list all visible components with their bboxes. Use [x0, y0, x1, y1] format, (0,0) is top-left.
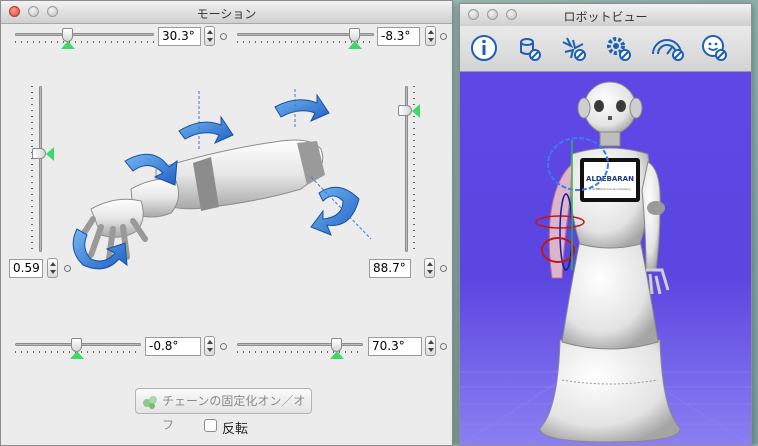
top-right-joint-stepper[interactable] [425, 26, 436, 46]
settings-off-icon[interactable] [604, 34, 632, 62]
mirror-checkbox-label: 反転 [222, 422, 249, 437]
info-icon[interactable] [470, 34, 498, 62]
bottom-right-reset-icon[interactable] [440, 343, 447, 350]
motion-window-title: モーション [196, 7, 257, 21]
motion-window: モーション 30.3° -8.3° 0.59 88.7° -0.8° 70.3°… [0, 0, 453, 446]
top-right-joint-value[interactable]: -8.3° [377, 27, 420, 46]
target-marker-icon [46, 147, 54, 162]
bottom-right-joint-stepper[interactable] [425, 336, 436, 356]
slider-knob[interactable] [32, 148, 46, 160]
chain-icon [143, 396, 157, 409]
right-vertical-reset-icon[interactable] [440, 265, 447, 272]
top-left-joint-value[interactable]: 30.3° [158, 27, 201, 46]
robot-view-titlebar: ロボットビュー [460, 4, 751, 27]
slider-knob[interactable] [330, 338, 342, 352]
target-marker-icon [412, 103, 420, 118]
mirror-checkbox[interactable] [204, 419, 217, 432]
robot-view-title: ロボットビュー [563, 10, 648, 24]
slider-knob[interactable] [61, 28, 73, 42]
bottom-left-reset-icon[interactable] [220, 343, 227, 350]
target-marker-icon [69, 351, 84, 359]
slider-knob[interactable] [348, 28, 360, 42]
bottom-right-joint-slider[interactable] [237, 337, 363, 359]
joint-display-off-icon[interactable] [514, 34, 542, 62]
bottom-left-joint-value[interactable]: -0.8° [145, 337, 201, 356]
bottom-left-joint-stepper[interactable] [204, 336, 215, 356]
robot-view-toolbar [460, 26, 751, 72]
pepper-robot-model[interactable]: ALDEBARAN A SoftBank Group Company [500, 80, 720, 445]
top-left-joint-stepper[interactable] [204, 26, 215, 46]
robot-view-window: ロボットビュー ALDEBARAN A SoftBank Group Compa… [459, 3, 752, 446]
bottom-right-joint-value[interactable]: 70.3° [368, 337, 422, 356]
collision-off-icon[interactable] [559, 34, 587, 62]
tablet-logo-subtext: A SoftBank Group Company [589, 187, 631, 191]
target-marker-icon [329, 351, 344, 359]
right-vertical-joint-slider[interactable] [398, 86, 420, 252]
tablet-logo-text: ALDEBARAN [586, 175, 634, 183]
top-left-reset-icon[interactable] [220, 33, 227, 40]
face-off-icon[interactable] [700, 34, 728, 62]
right-vertical-joint-stepper[interactable] [424, 258, 435, 278]
target-marker-icon [347, 41, 362, 49]
dashboard-off-icon[interactable] [650, 34, 686, 62]
target-marker-icon [60, 41, 75, 49]
top-left-joint-slider[interactable] [15, 27, 154, 49]
bottom-left-joint-slider[interactable] [15, 337, 141, 359]
motion-titlebar: モーション [1, 1, 452, 24]
left-vertical-joint-stepper[interactable] [47, 258, 58, 278]
left-vertical-joint-slider[interactable] [31, 86, 54, 252]
chain-lock-toggle-button[interactable]: チェーンの固定化オン／オフ [135, 388, 312, 432]
slider-knob[interactable] [398, 104, 412, 116]
arm-model-view[interactable] [61, 89, 391, 279]
robot-3d-viewport[interactable]: ALDEBARAN A SoftBank Group Company [460, 72, 751, 445]
top-right-reset-icon[interactable] [440, 33, 447, 40]
slider-knob[interactable] [70, 338, 82, 352]
robot-arm-icon [76, 139, 325, 262]
top-right-joint-slider[interactable] [237, 27, 374, 49]
left-vertical-joint-value[interactable]: 0.59 [9, 259, 43, 278]
